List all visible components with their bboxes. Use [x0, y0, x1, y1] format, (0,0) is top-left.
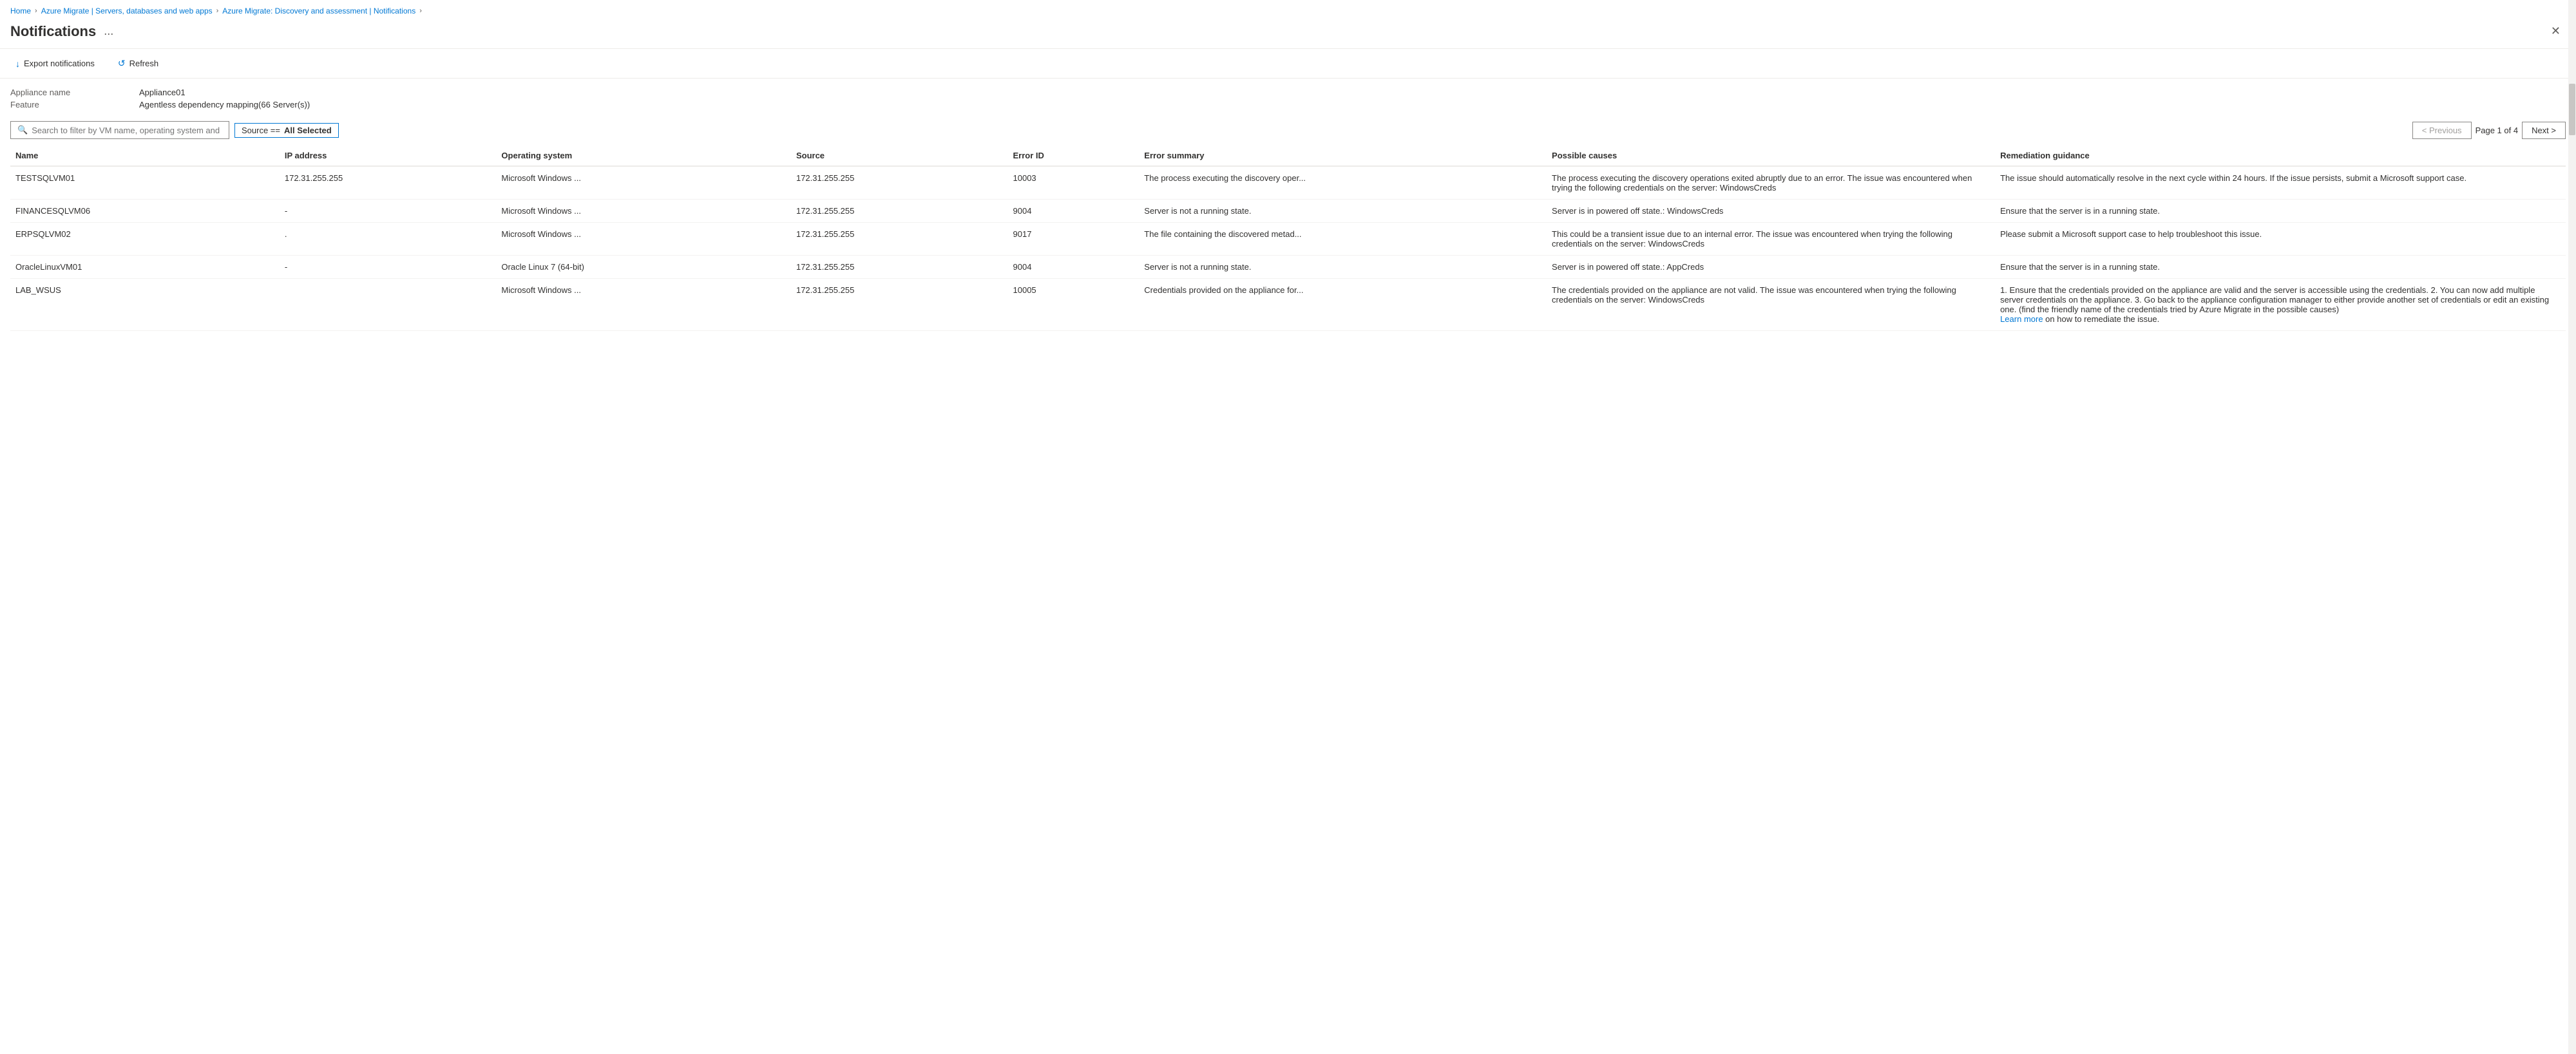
cell-ip: 172.31.255.255 [280, 166, 497, 200]
export-notifications-button[interactable]: ↓ Export notifications [10, 56, 100, 71]
cell-source: 172.31.255.255 [791, 223, 1008, 256]
cell-os: Microsoft Windows ... [496, 223, 791, 256]
cell-possible-causes: Server is in powered off state.: Windows… [1547, 200, 1995, 223]
remediation-link[interactable]: Learn more [2000, 314, 2043, 324]
search-input[interactable] [32, 126, 222, 135]
col-error-summary: Error summary [1139, 144, 1547, 166]
cell-error-id: 10003 [1008, 166, 1140, 200]
cell-error-id: 9004 [1008, 256, 1140, 279]
cell-name: OracleLinuxVM01 [10, 256, 280, 279]
feature-value: Agentless dependency mapping(66 Server(s… [139, 100, 2566, 109]
page-title: Notifications [10, 23, 96, 40]
breadcrumb: Home › Azure Migrate | Servers, database… [0, 0, 2576, 19]
notifications-table: Name IP address Operating system Source … [10, 144, 2566, 331]
filter-tag-value: All Selected [284, 126, 332, 135]
cell-ip: . [280, 223, 497, 256]
scrollbar[interactable] [2568, 0, 2576, 1054]
cell-possible-causes: This could be a transient issue due to a… [1547, 223, 1995, 256]
cell-error-id: 9017 [1008, 223, 1140, 256]
cell-name: ERPSQLVM02 [10, 223, 280, 256]
cell-os: Microsoft Windows ... [496, 166, 791, 200]
cell-error-id: 10005 [1008, 279, 1140, 331]
filters-left: 🔍 Source == All Selected [10, 121, 339, 139]
cell-remediation: Ensure that the server is in a running s… [1995, 200, 2566, 223]
table-container: Name IP address Operating system Source … [0, 144, 2576, 331]
col-ip: IP address [280, 144, 497, 166]
cell-source: 172.31.255.255 [791, 166, 1008, 200]
close-button[interactable]: ✕ [2546, 22, 2566, 41]
cell-source: 172.31.255.255 [791, 256, 1008, 279]
export-label: Export notifications [24, 59, 95, 68]
filters-row: 🔍 Source == All Selected < Previous Page… [0, 116, 2576, 144]
feature-label: Feature [10, 100, 139, 109]
refresh-icon: ↺ [118, 58, 126, 69]
cell-source: 172.31.255.255 [791, 200, 1008, 223]
col-name: Name [10, 144, 280, 166]
cell-ip: - [280, 256, 497, 279]
cell-remediation: 1. Ensure that the credentials provided … [1995, 279, 2566, 331]
col-os: Operating system [496, 144, 791, 166]
next-button[interactable]: Next > [2522, 122, 2566, 139]
cell-error-summary: The process executing the discovery oper… [1139, 166, 1547, 200]
cell-possible-causes: The process executing the discovery oper… [1547, 166, 1995, 200]
meta-section: Appliance name Appliance01 Feature Agent… [0, 79, 2576, 116]
cell-name: TESTSQLVM01 [10, 166, 280, 200]
col-error-id: Error ID [1008, 144, 1140, 166]
cell-error-summary: Credentials provided on the appliance fo… [1139, 279, 1547, 331]
cell-possible-causes: The credentials provided on the applianc… [1547, 279, 1995, 331]
cell-source: 172.31.255.255 [791, 279, 1008, 331]
breadcrumb-home[interactable]: Home [10, 6, 31, 15]
previous-button[interactable]: < Previous [2412, 122, 2472, 139]
more-options-button[interactable]: ... [104, 24, 113, 38]
col-remediation: Remediation guidance [1995, 144, 2566, 166]
breadcrumb-servers[interactable]: Azure Migrate | Servers, databases and w… [41, 6, 213, 15]
appliance-name-label: Appliance name [10, 88, 139, 97]
pagination: < Previous Page 1 of 4 Next > [2412, 122, 2566, 139]
cell-name: FINANCESQLVM06 [10, 200, 280, 223]
toolbar: ↓ Export notifications ↺ Refresh [0, 49, 2576, 79]
cell-ip: - [280, 200, 497, 223]
scrollbar-thumb[interactable] [2569, 84, 2575, 135]
breadcrumb-notifications[interactable]: Azure Migrate: Discovery and assessment … [222, 6, 415, 15]
col-possible-causes: Possible causes [1547, 144, 1995, 166]
table-row: LAB_WSUS Microsoft Windows ... 172.31.25… [10, 279, 2566, 331]
cell-name: LAB_WSUS [10, 279, 280, 331]
table-header-row: Name IP address Operating system Source … [10, 144, 2566, 166]
table-row: FINANCESQLVM06 - Microsoft Windows ... 1… [10, 200, 2566, 223]
page-info: Page 1 of 4 [2476, 126, 2519, 135]
appliance-name-value: Appliance01 [139, 88, 2566, 97]
col-source: Source [791, 144, 1008, 166]
cell-error-id: 9004 [1008, 200, 1140, 223]
cell-os: Microsoft Windows ... [496, 279, 791, 331]
cell-error-summary: The file containing the discovered metad… [1139, 223, 1547, 256]
refresh-button[interactable]: ↺ Refresh [113, 55, 164, 71]
search-icon: 🔍 [17, 125, 28, 135]
cell-remediation: Please submit a Microsoft support case t… [1995, 223, 2566, 256]
table-row: ERPSQLVM02 . Microsoft Windows ... 172.3… [10, 223, 2566, 256]
search-box[interactable]: 🔍 [10, 121, 229, 139]
filter-tag-label: Source == [242, 126, 280, 135]
export-icon: ↓ [15, 59, 20, 69]
refresh-label: Refresh [129, 59, 159, 68]
cell-error-summary: Server is not a running state. [1139, 256, 1547, 279]
cell-remediation: Ensure that the server is in a running s… [1995, 256, 2566, 279]
page-header: Notifications ... ✕ [0, 19, 2576, 49]
cell-error-summary: Server is not a running state. [1139, 200, 1547, 223]
cell-possible-causes: Server is in powered off state.: AppCred… [1547, 256, 1995, 279]
source-filter-tag[interactable]: Source == All Selected [234, 123, 339, 138]
cell-os: Oracle Linux 7 (64-bit) [496, 256, 791, 279]
cell-ip [280, 279, 497, 331]
cell-os: Microsoft Windows ... [496, 200, 791, 223]
table-row: TESTSQLVM01 172.31.255.255 Microsoft Win… [10, 166, 2566, 200]
cell-remediation: The issue should automatically resolve i… [1995, 166, 2566, 200]
table-row: OracleLinuxVM01 - Oracle Linux 7 (64-bit… [10, 256, 2566, 279]
